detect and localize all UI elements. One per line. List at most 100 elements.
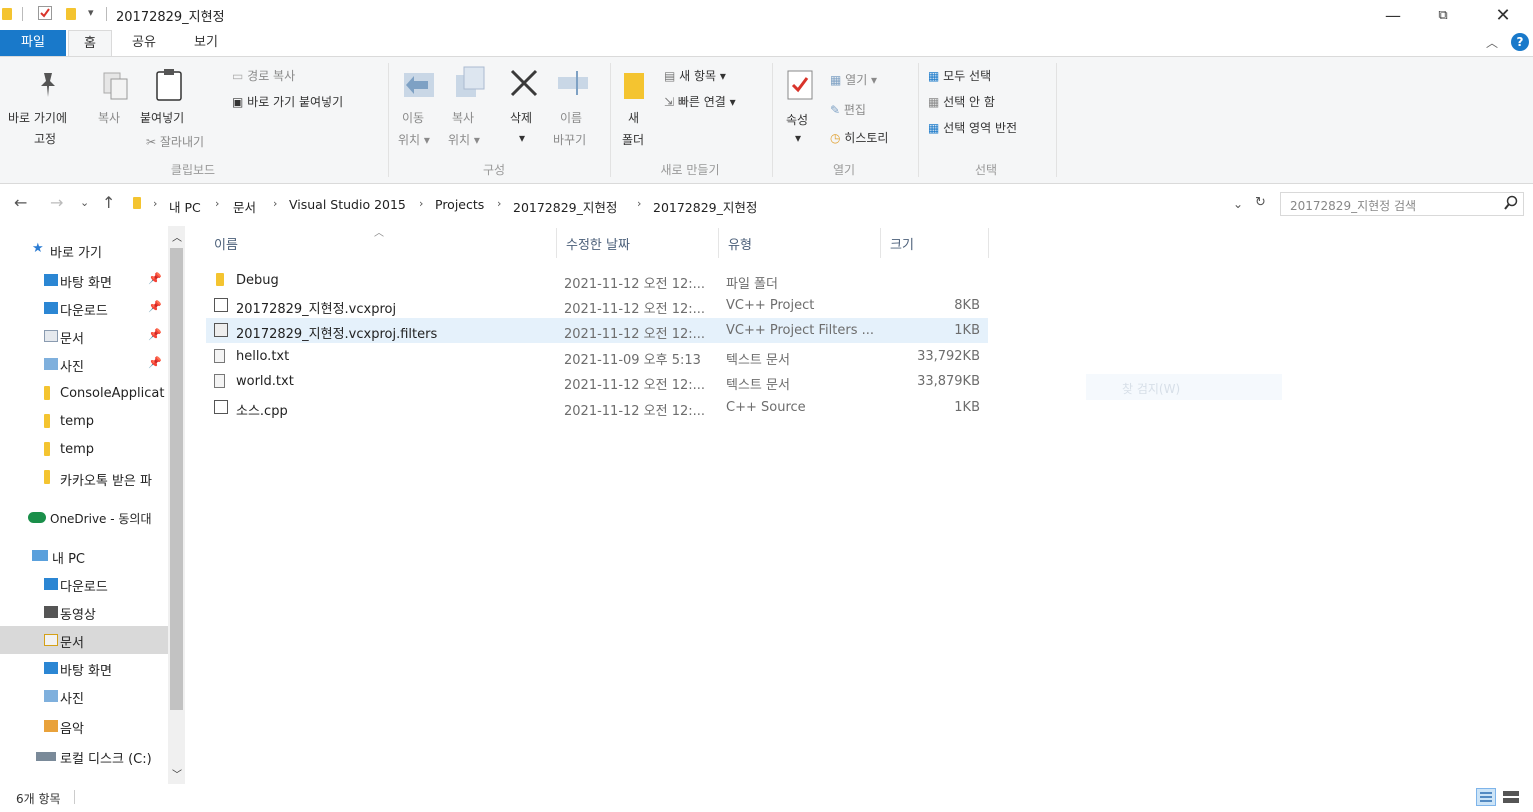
recent-locations-button[interactable]: ⌄ — [80, 196, 89, 209]
nav-item-desktop[interactable]: 바탕 화면 📌 — [0, 266, 168, 294]
breadcrumb-documents[interactable]: 문서 — [233, 197, 256, 216]
chevron-down-icon: ⌄ — [80, 196, 90, 209]
new-item-button[interactable]: ▤ 새 항목 ▾ — [664, 67, 726, 84]
nav-item-temp[interactable]: temp — [0, 408, 168, 436]
nav-pc-documents[interactable]: 문서 — [0, 626, 168, 654]
address-dropdown-icon[interactable]: ⌄ — [1233, 197, 1243, 211]
forward-button[interactable]: → — [50, 193, 63, 212]
chevron-right-icon[interactable]: › — [273, 197, 277, 210]
scroll-up-icon[interactable]: ︿ — [172, 229, 182, 244]
nav-quick-access[interactable]: ★ 바로 가기 — [0, 236, 168, 264]
chevron-right-icon[interactable]: › — [419, 197, 423, 210]
nav-pc-desktop[interactable]: 바탕 화면 — [0, 654, 168, 682]
open-button[interactable]: ▦ 열기 ▾ — [830, 71, 877, 88]
search-box[interactable]: 20172829_지현정 검색 — [1280, 192, 1524, 216]
nav-pc-downloads[interactable]: 다운로드 — [0, 570, 168, 598]
move-to-arrow[interactable]: 위치 ▾ — [398, 131, 430, 148]
column-header-size[interactable]: 크기 — [890, 234, 914, 253]
nav-item-temp-2[interactable]: temp — [0, 436, 168, 464]
copy-to-button[interactable]: 복사 — [452, 109, 474, 126]
title-bar: ▾ 20172829_지현정 — ⧉ ✕ — [0, 0, 1533, 30]
copy-to-arrow[interactable]: 위치 ▾ — [448, 131, 480, 148]
tab-file[interactable]: 파일 — [0, 30, 66, 56]
nav-onedrive[interactable]: OneDrive - 동의대 — [0, 504, 168, 532]
rename-button[interactable]: 이름 — [560, 109, 582, 126]
new-folder-button[interactable]: 새 — [628, 109, 639, 126]
nav-item-documents[interactable]: 문서 📌 — [0, 322, 168, 350]
nav-item-downloads[interactable]: 다운로드 📌 — [0, 294, 168, 322]
chevron-right-icon[interactable]: › — [497, 197, 501, 210]
file-row[interactable]: 소스.cpp 2021-11-12 오전 12:... C++ Source 1… — [206, 395, 988, 420]
column-header-type[interactable]: 유형 — [728, 234, 752, 253]
details-view-icon[interactable] — [1476, 788, 1496, 806]
invert-selection-button[interactable]: ▦ 선택 영역 반전 — [928, 119, 1017, 136]
chevron-right-icon[interactable]: › — [637, 197, 641, 210]
file-row[interactable]: hello.txt 2021-11-09 오후 5:13 텍스트 문서 33,7… — [206, 344, 988, 369]
nav-pc-local-disk[interactable]: 로컬 디스크 (C:) — [0, 742, 168, 770]
large-icons-view-icon[interactable] — [1502, 790, 1520, 807]
minimize-button[interactable]: — — [1370, 0, 1416, 30]
move-to-button[interactable]: 이동 — [402, 109, 424, 126]
nav-pc-pictures[interactable]: 사진 — [0, 682, 168, 710]
pin-quick-access-label-2[interactable]: 고정 — [34, 130, 56, 147]
tab-view[interactable]: 보기 — [180, 30, 232, 56]
new-folder-icon[interactable] — [66, 8, 76, 20]
up-button[interactable]: ↑ — [102, 193, 115, 212]
breadcrumb-current[interactable]: 20172829_지현정 — [653, 197, 757, 216]
paste-button[interactable]: 붙여넣기 — [140, 109, 184, 126]
delete-arrow[interactable]: ▾ — [519, 131, 525, 145]
cut-button[interactable]: ✂ 잘라내기 — [146, 133, 204, 150]
new-folder-label-2[interactable]: 폴더 — [622, 131, 644, 148]
column-header-name[interactable]: 이름 — [214, 234, 238, 253]
file-row[interactable]: 20172829_지현정.vcxproj 2021-11-12 오전 12:..… — [206, 293, 988, 318]
breadcrumb-projects[interactable]: Projects — [435, 197, 484, 212]
breadcrumb-visual-studio[interactable]: Visual Studio 2015 — [289, 197, 406, 212]
column-header-modified[interactable]: 수정한 날짜 — [566, 234, 630, 253]
chevron-right-icon[interactable]: › — [215, 197, 219, 210]
file-row[interactable]: world.txt 2021-11-12 오전 12:... 텍스트 문서 33… — [206, 369, 988, 394]
music-icon — [44, 720, 58, 732]
breadcrumb-this-pc[interactable]: 내 PC — [169, 197, 201, 216]
collapse-ribbon-icon[interactable]: ︿ — [1486, 34, 1498, 51]
copy-button[interactable]: 복사 — [98, 109, 120, 126]
scroll-down-icon[interactable]: ﹀ — [172, 766, 182, 781]
file-row[interactable]: Debug 2021-11-12 오전 12:... 파일 폴더 — [206, 268, 988, 293]
breadcrumb-project-folder[interactable]: 20172829_지현정 — [513, 197, 617, 216]
properties-icon[interactable] — [38, 6, 52, 20]
nav-this-pc[interactable]: 내 PC — [0, 542, 168, 570]
nav-pc-videos[interactable]: 동영상 — [0, 598, 168, 626]
refresh-icon[interactable]: ↻ — [1255, 195, 1266, 210]
nav-scrollbar[interactable]: ︿ ﹀ — [168, 226, 185, 784]
address-bar[interactable]: › 내 PC › 문서 › Visual Studio 2015 › Proje… — [128, 192, 1272, 216]
scroll-thumb[interactable] — [170, 248, 183, 710]
nav-pc-music[interactable]: 음악 — [0, 712, 168, 740]
cpp-file-icon — [214, 400, 228, 414]
tab-share[interactable]: 공유 — [120, 30, 168, 56]
edit-button[interactable]: ✎ 편집 — [830, 101, 866, 118]
nav-item-consoleapplication[interactable]: ConsoleApplicat — [0, 380, 168, 408]
properties-button[interactable]: 속성 — [786, 111, 808, 128]
star-icon: ★ — [32, 241, 44, 256]
select-none-button[interactable]: ▦ 선택 안 함 — [928, 93, 995, 110]
downloads-icon — [44, 578, 58, 590]
select-all-button[interactable]: ▦ 모두 선택 — [928, 67, 991, 84]
search-icon[interactable] — [1503, 195, 1519, 214]
maximize-button[interactable]: ⧉ — [1420, 0, 1466, 30]
paste-shortcut-button[interactable]: ▣ 바로 가기 붙여넣기 — [232, 93, 343, 110]
tab-home[interactable]: 홈 — [68, 30, 112, 56]
nav-item-kakaotalk[interactable]: 카카오톡 받은 파 — [0, 464, 168, 492]
history-button[interactable]: ◷ 히스토리 — [830, 129, 888, 146]
nav-item-pictures[interactable]: 사진 📌 — [0, 350, 168, 378]
close-button[interactable]: ✕ — [1480, 0, 1526, 30]
chevron-right-icon[interactable]: › — [153, 197, 157, 210]
customize-qat-icon[interactable]: ▾ — [88, 6, 94, 19]
pin-quick-access-label[interactable]: 바로 가기에 — [8, 109, 67, 126]
properties-arrow[interactable]: ▾ — [795, 131, 801, 145]
rename-label-2[interactable]: 바꾸기 — [553, 131, 586, 148]
help-icon[interactable]: ? — [1511, 33, 1529, 51]
delete-button[interactable]: 삭제 — [510, 109, 532, 126]
easy-access-button[interactable]: ⇲ 빠른 연결 ▾ — [664, 93, 736, 110]
copy-path-button[interactable]: ▭ 경로 복사 — [232, 67, 295, 84]
file-row[interactable]: 20172829_지현정.vcxproj.filters 2021-11-12 … — [206, 318, 988, 343]
back-button[interactable]: ← — [14, 193, 27, 212]
